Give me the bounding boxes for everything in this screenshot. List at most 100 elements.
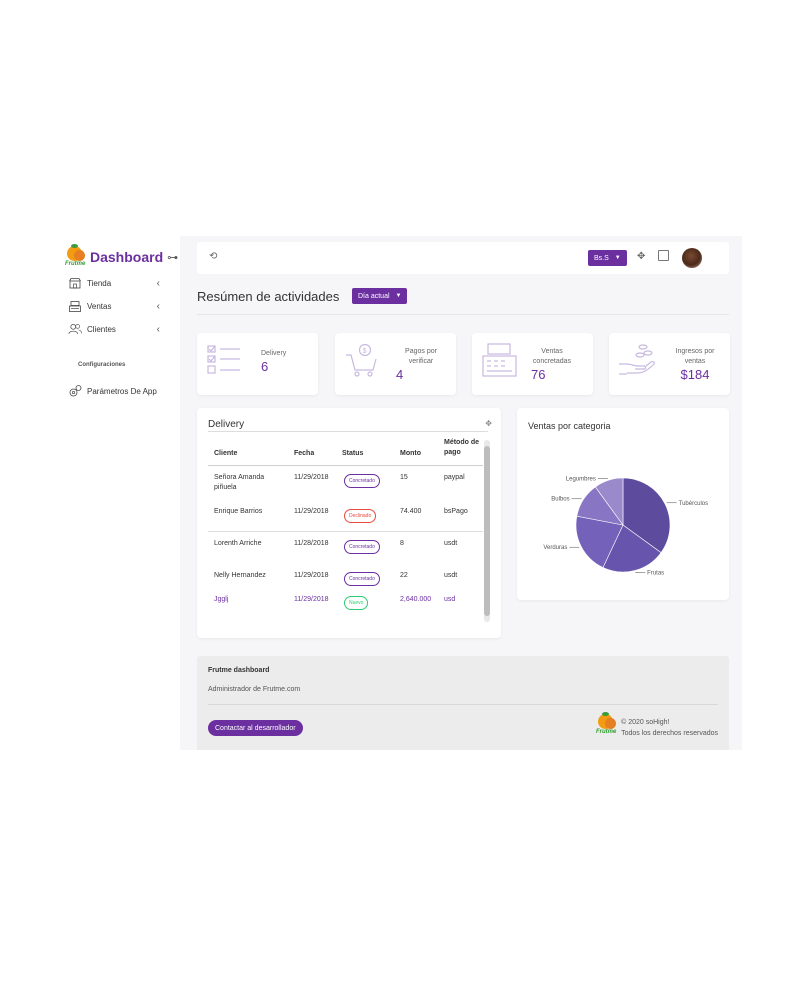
delivery-panel: Delivery ✥ Cliente Fecha Status Monto Mé… bbox=[197, 408, 501, 638]
cell-metodo: bsPago bbox=[444, 508, 468, 515]
stat-card-pagos[interactable]: $ Pagos por verificar 4 bbox=[335, 333, 456, 395]
footer-divider bbox=[208, 704, 718, 705]
sidebar-item-parametros[interactable]: Parámetros De App bbox=[68, 385, 178, 397]
divider bbox=[197, 314, 729, 315]
status-badge: Declinado bbox=[344, 509, 377, 523]
stat-value: 6 bbox=[261, 359, 269, 374]
stat-label: Ventas concretadas bbox=[532, 348, 572, 365]
cell-fecha: 11/29/2018 bbox=[294, 474, 329, 481]
sidebar: Frutme Dashboard ⊶ Tienda ‹ Ventas ‹ Cli… bbox=[60, 236, 180, 750]
pie-slice-label: Tubérculos bbox=[679, 501, 708, 507]
section-label-configuraciones: Configuraciones bbox=[78, 362, 126, 368]
page-title: Resúmen de actividades bbox=[197, 289, 340, 304]
footer-subtitle: Administrador de Frutme.com bbox=[208, 686, 301, 693]
cell-monto: 2,640.000 bbox=[400, 596, 432, 603]
pie-slice-label: Verduras bbox=[543, 545, 567, 551]
cell-cliente: Señora Amanda piñuela bbox=[214, 474, 265, 491]
cash-register-icon bbox=[482, 343, 518, 382]
cell-monto: 22 bbox=[400, 572, 408, 579]
main-content: ⟲ Bs.S ▼ ✥ Resúmen de actividades Día ac… bbox=[180, 236, 742, 750]
sidebar-item-ventas[interactable]: Ventas ‹ bbox=[68, 300, 160, 312]
copyright-block: © 2020 soHigh! Todos los derechos reserv… bbox=[621, 717, 718, 739]
pie-chart: Tubérculos Frutas Verduras Bulbos Legumbres bbox=[543, 476, 708, 576]
column-header-metodo: Método de pago bbox=[444, 439, 479, 456]
store-icon bbox=[68, 277, 82, 289]
brand-title: Dashboard bbox=[90, 249, 164, 265]
svg-text:$: $ bbox=[363, 348, 367, 355]
cell-cliente: Lorenth Arriche bbox=[214, 540, 262, 547]
chart-panel: Ventas por categoria Tubérculos Frutas Ver… bbox=[517, 408, 729, 600]
currency-dropdown[interactable]: Bs.S ▼ bbox=[588, 250, 627, 266]
stat-value: 4 bbox=[396, 367, 404, 382]
column-header-monto: Monto bbox=[400, 450, 421, 457]
app-frame: Frutme Dashboard ⊶ Tienda ‹ Ventas ‹ Cli… bbox=[60, 236, 742, 750]
cell-fecha: 11/29/2018 bbox=[294, 596, 329, 603]
pie-slice-label: Legumbres bbox=[566, 476, 596, 482]
cell-monto: 15 bbox=[400, 474, 408, 481]
stat-label: Ingresos por ventas bbox=[675, 348, 715, 365]
refresh-icon[interactable]: ⟲ bbox=[209, 251, 217, 262]
sidebar-item-tienda[interactable]: Tienda ‹ bbox=[68, 277, 160, 289]
cell-metodo: usdt bbox=[444, 572, 458, 579]
frutme-logo: Frutme bbox=[596, 712, 618, 736]
cell-monto: 8 bbox=[400, 540, 404, 547]
checklist-icon bbox=[207, 344, 241, 381]
cell-cliente: Jgglj bbox=[214, 596, 229, 603]
status-badge: Concretado bbox=[344, 572, 380, 586]
move-icon[interactable]: ✥ bbox=[485, 419, 492, 428]
column-header-cliente: Cliente bbox=[214, 450, 238, 457]
row-divider bbox=[208, 531, 483, 532]
footer-title: Frutme dashboard bbox=[208, 667, 270, 674]
scrollbar-thumb[interactable] bbox=[484, 446, 490, 616]
column-header-fecha: Fecha bbox=[294, 450, 315, 457]
money-hand-icon bbox=[618, 344, 656, 381]
cell-metodo: usd bbox=[444, 596, 456, 603]
gears-icon bbox=[68, 385, 82, 397]
stat-label: Delivery bbox=[261, 350, 287, 357]
cell-metodo: usdt bbox=[444, 540, 458, 547]
rights-text: Todos los derechos reservados bbox=[621, 730, 718, 737]
status-badge: Concretado bbox=[344, 474, 380, 488]
stat-card-ingresos[interactable]: Ingresos por ventas $184 bbox=[609, 333, 730, 395]
stat-label: Pagos por verificar bbox=[405, 348, 437, 365]
period-dropdown[interactable]: Día actual ▼ bbox=[352, 288, 408, 304]
user-avatar[interactable] bbox=[682, 248, 702, 268]
sidebar-item-clientes[interactable]: Clientes ‹ bbox=[68, 323, 160, 335]
footer: Frutme dashboard Administrador de Frutme… bbox=[197, 656, 729, 750]
chevron-left-icon: ‹ bbox=[156, 277, 160, 289]
cell-cliente: Nelly Hernandez bbox=[214, 572, 266, 579]
menu-toggle-icon[interactable]: ⊶ bbox=[167, 251, 178, 264]
sidebar-item-label: Clientes bbox=[87, 324, 116, 334]
users-icon bbox=[68, 323, 82, 335]
header-divider bbox=[208, 431, 488, 432]
cell-cliente: Enrique Barrios bbox=[214, 508, 263, 515]
stat-value: 76 bbox=[531, 367, 546, 382]
expand-icon[interactable] bbox=[658, 250, 669, 261]
stat-card-delivery[interactable]: Delivery 6 bbox=[197, 333, 318, 395]
brand[interactable]: Frutme Dashboard ⊶ bbox=[65, 244, 178, 268]
column-header-status: Status bbox=[342, 450, 364, 457]
stat-card-ventas[interactable]: Ventas concretadas 76 bbox=[472, 333, 593, 395]
delivery-panel-title: Delivery bbox=[208, 419, 245, 430]
cell-fecha: 11/29/2018 bbox=[294, 508, 329, 515]
caret-down-icon: ▼ bbox=[614, 255, 621, 261]
sidebar-item-label: Parámetros De App bbox=[87, 386, 157, 396]
sidebar-item-label: Ventas bbox=[87, 301, 112, 311]
caret-down-icon: ▼ bbox=[395, 293, 402, 299]
cell-monto: 74.400 bbox=[400, 508, 422, 515]
chevron-left-icon: ‹ bbox=[156, 300, 160, 312]
sidebar-item-label: Tienda bbox=[87, 278, 112, 288]
pie-slice-label: Bulbos bbox=[551, 497, 569, 503]
shopping-cart-icon: $ bbox=[345, 343, 379, 382]
cell-metodo: paypal bbox=[444, 474, 465, 481]
chevron-left-icon: ‹ bbox=[156, 323, 160, 335]
table-scrollbar[interactable] bbox=[484, 440, 490, 622]
status-badge: Concretado bbox=[344, 540, 380, 554]
fullscreen-icon[interactable]: ✥ bbox=[637, 251, 645, 262]
cell-fecha: 11/29/2018 bbox=[294, 572, 329, 579]
contact-developer-button[interactable]: Contactar al desarrollador bbox=[208, 720, 303, 736]
status-badge: Nuevo bbox=[344, 596, 369, 610]
table-header-line bbox=[208, 465, 483, 466]
top-navbar: ⟲ Bs.S ▼ ✥ bbox=[197, 242, 729, 274]
pie-slice-label: Frutas bbox=[647, 570, 664, 576]
